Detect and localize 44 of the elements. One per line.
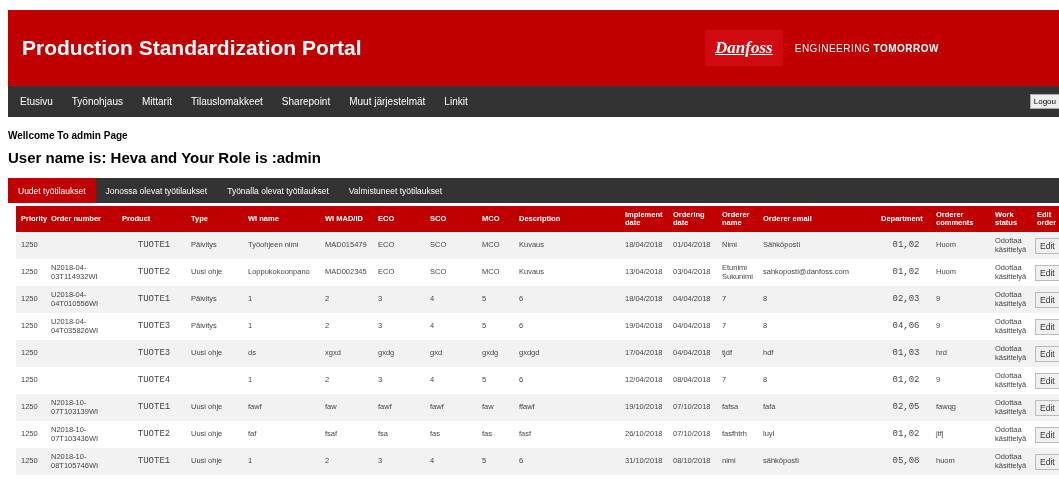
table-cell-text: TUOTE3	[136, 348, 172, 359]
edit-button[interactable]: Edit	[1035, 372, 1059, 389]
table-cell-text: TUOTE4	[136, 375, 172, 386]
table-cell-text: TUOTE1	[136, 294, 172, 305]
table-cell-text: 01,03	[891, 348, 921, 359]
nav-link[interactable]: Työnohjaus	[71, 96, 123, 107]
edit-button[interactable]: Edit	[1035, 399, 1059, 416]
nav-link[interactable]: Sharepoint	[281, 96, 331, 107]
tab[interactable]: Työnalla olevat työtilaukset	[217, 178, 339, 203]
edit-button[interactable]: Edit	[1035, 453, 1059, 470]
table-cell-text: 01,02	[891, 267, 921, 278]
table-cell-text: TUOTE1	[136, 402, 172, 413]
portal-title: Production Standardization Portal	[22, 36, 363, 60]
table-cell-text: TUOTE2	[136, 429, 172, 440]
tab[interactable]: Jonossa olevat työtilaukset	[95, 178, 218, 203]
table-cell-text: TUOTE1	[136, 240, 172, 251]
table-cell-text: 01,02	[891, 429, 921, 440]
nav-link[interactable]: Tilauslomakkeet	[190, 96, 263, 107]
edit-button[interactable]: Edit	[1035, 345, 1059, 362]
logout-button[interactable]: Logou	[1029, 94, 1059, 109]
user-heading: User name is: Heva and Your Role is :admin	[8, 149, 322, 166]
tagline: ENGINEERING TOMORROW	[794, 42, 939, 54]
table-cell-text: 02,05	[891, 402, 921, 413]
table-cell-text: 05,08	[891, 456, 921, 467]
table-cell-text: 01,02	[891, 240, 921, 251]
tab[interactable]: Uudet työtilaukset	[8, 178, 96, 203]
edit-button[interactable]: Edit	[1035, 318, 1059, 335]
company-logo: Danfoss	[705, 30, 783, 66]
table-cell-text: TUOTE3	[136, 321, 172, 332]
edit-button[interactable]: Edit	[1035, 237, 1059, 254]
edit-button[interactable]: Edit	[1035, 264, 1059, 281]
nav-link[interactable]: Muut järjestelmät	[349, 96, 426, 107]
table-cell-text: TUOTE2	[136, 267, 172, 278]
edit-button[interactable]: Edit	[1035, 291, 1059, 308]
tab[interactable]: Valmistuneet työtilaukset	[338, 178, 453, 203]
table-cell-text: TUOTE1	[136, 456, 172, 467]
nav-link[interactable]: Linkit	[444, 96, 468, 107]
table-cell-text: 04,06	[891, 321, 921, 332]
nav-link[interactable]: Etusivu	[20, 96, 53, 107]
table-cell-text: 01,02	[891, 375, 921, 386]
edit-button[interactable]: Edit	[1035, 426, 1059, 443]
nav-link[interactable]: Mittarit	[141, 96, 172, 107]
table-cell-text: 02,03	[891, 294, 921, 305]
welcome-text: Wellcome To admin Page	[8, 130, 129, 141]
